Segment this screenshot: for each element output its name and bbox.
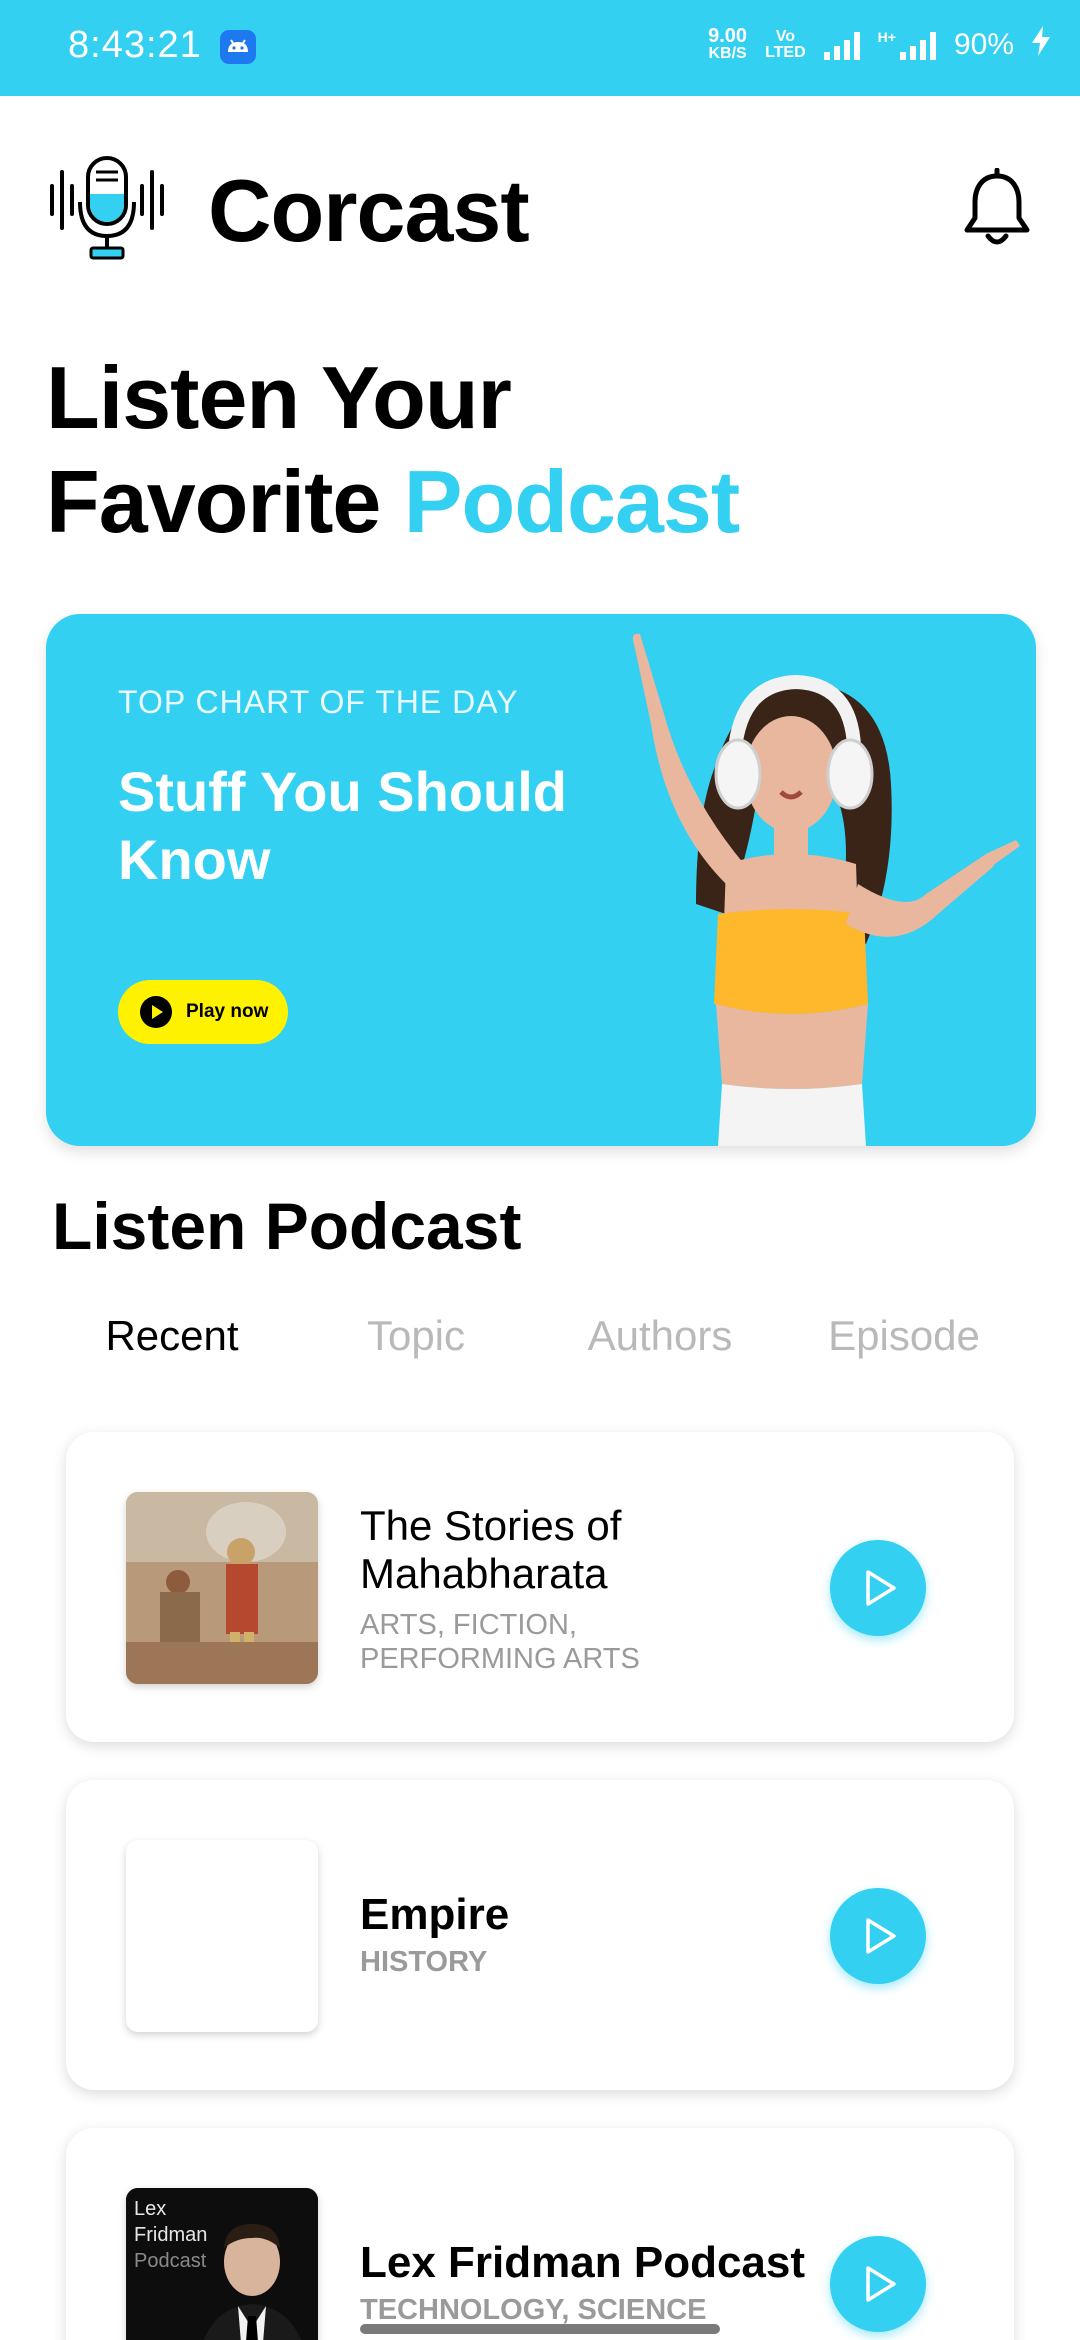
podcast-category: HISTORY — [360, 1946, 488, 1978]
thumbnail-caption: Lex Fridman Podcast — [134, 2196, 207, 2274]
podcast-card[interactable]: Lex Fridman Podcast Lex Fridman Podcast … — [66, 2128, 1014, 2340]
tab-recent[interactable]: Recent — [62, 1312, 282, 1360]
podcast-card[interactable]: Empire HISTORY — [66, 1780, 1014, 2090]
volte-indicator: Vo LTED — [765, 29, 806, 61]
hero-line-1: Listen Your — [46, 348, 512, 447]
net-speed-unit: KB/S — [708, 45, 747, 62]
status-bar: 8:43:21 9.00 KB/S Vo LTED H+ 90% — [0, 0, 1080, 96]
section-title: Listen Podcast — [52, 1189, 522, 1263]
microphone-icon — [48, 156, 166, 260]
tab-authors[interactable]: Authors — [550, 1312, 770, 1360]
play-circle-icon — [140, 996, 172, 1028]
home-indicator[interactable] — [360, 2324, 720, 2334]
app-screen: 8:43:21 9.00 KB/S Vo LTED H+ 90% Corcast… — [0, 0, 1080, 2340]
net-speed-value: 9.00 — [708, 25, 748, 47]
podcast-thumbnail — [126, 1492, 318, 1684]
tab-episode[interactable]: Episode — [794, 1312, 1014, 1360]
podcast-thumbnail: Lex Fridman Podcast — [126, 2188, 318, 2340]
banner-title: Stuff You Should Know — [118, 760, 567, 891]
dancing-woman-illustration — [632, 633, 1020, 1146]
thumbnail-caption-line: Fridman — [134, 2224, 208, 2246]
hero-heading: Listen Your Favorite Podcast — [46, 346, 740, 554]
signal-icon — [823, 30, 860, 60]
podcast-title: The Stories of Mahabharata — [360, 1502, 622, 1597]
category-tabs: Recent Topic Authors Episode — [52, 1312, 1032, 1372]
play-button[interactable] — [830, 1888, 926, 1984]
bell-icon[interactable] — [962, 167, 1032, 250]
podcast-category: TECHNOLOGY, SCIENCE — [360, 2294, 707, 2326]
banner-kicker: TOP CHART OF THE DAY — [118, 684, 519, 720]
signal-icon: H+ — [878, 30, 936, 60]
play-button[interactable] — [830, 1540, 926, 1636]
podcast-title: Lex Fridman Podcast — [360, 2238, 806, 2287]
network-type: H+ — [877, 29, 896, 45]
signal-bars — [899, 30, 936, 60]
status-time: 8:43:21 — [68, 24, 202, 66]
podcast-title: Empire — [360, 1890, 510, 1939]
volte-bottom: LTED — [765, 44, 806, 61]
thumbnail-caption-line: Podcast — [134, 2250, 207, 2272]
app-title: Corcast — [208, 161, 530, 260]
thumbnail-caption-line: Lex — [134, 2198, 167, 2220]
hero-line-2: Favorite Podcast — [46, 450, 740, 554]
podcast-thumbnail — [126, 1840, 318, 2032]
play-icon — [866, 2266, 896, 2302]
play-now-label: Play now — [186, 1001, 269, 1022]
charging-bolt-icon — [1032, 26, 1050, 64]
play-icon — [866, 1570, 896, 1606]
play-icon — [866, 1918, 896, 1954]
status-indicators: 9.00 KB/S Vo LTED H+ 90% — [708, 26, 1050, 64]
podcast-card[interactable]: The Stories of Mahabharata ARTS, FICTION… — [66, 1432, 1014, 1742]
top-chart-banner[interactable]: TOP CHART OF THE DAY Stuff You Should Kn… — [46, 614, 1036, 1146]
android-notification-icon — [220, 30, 256, 64]
play-button[interactable] — [830, 2236, 926, 2332]
battery-level: 90% — [953, 28, 1014, 61]
hero-line-2-plain: Favorite — [46, 452, 381, 551]
play-now-button[interactable]: Play now — [118, 980, 288, 1044]
volte-top: Vo — [775, 28, 795, 45]
podcast-category: ARTS, FICTION, PERFORMING ARTS — [360, 1609, 640, 1675]
hero-line-2-accent: Podcast — [403, 452, 740, 551]
tab-topic[interactable]: Topic — [306, 1312, 526, 1360]
net-speed: 9.00 KB/S — [708, 25, 748, 63]
